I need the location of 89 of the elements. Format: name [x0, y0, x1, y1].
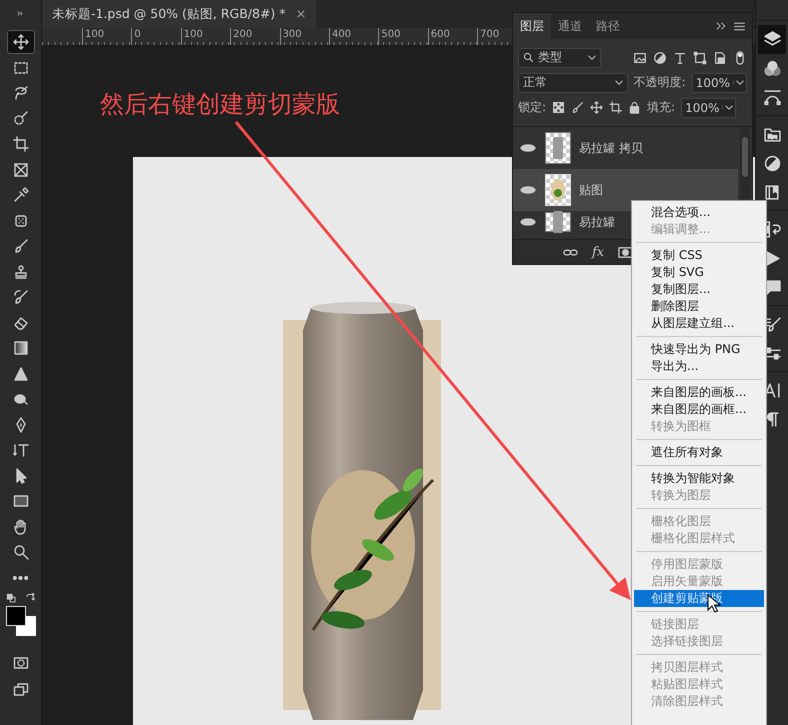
- quick-select-icon: [12, 110, 28, 126]
- lock-artboard-icon[interactable]: [609, 101, 622, 114]
- mask-icon[interactable]: [618, 244, 634, 260]
- ruler-label: 100: [82, 28, 132, 45]
- tool-button[interactable]: [6, 30, 34, 54]
- layers-icon: [764, 31, 780, 48]
- move-icon: [12, 34, 28, 50]
- lock-pixels-icon[interactable]: [552, 101, 566, 114]
- filter-dropdown[interactable]: 类型: [518, 48, 601, 68]
- screen-mode-icon: [12, 680, 28, 696]
- menu-item[interactable]: 遮住所有对象: [634, 444, 764, 461]
- caret-icon: [733, 80, 746, 85]
- blend-mode-dropdown[interactable]: 正常: [518, 72, 628, 92]
- lock-all-icon[interactable]: [628, 101, 642, 114]
- menu-item[interactable]: 从图层建立组...: [634, 315, 764, 332]
- default-colors-icon[interactable]: [6, 593, 16, 604]
- history-brush-icon: [12, 289, 28, 305]
- panel-tab[interactable]: 路径: [589, 13, 627, 39]
- effects-button[interactable]: fx: [592, 244, 604, 260]
- hand-icon: [12, 518, 28, 534]
- layer-row[interactable]: 易拉罐 拷贝: [513, 127, 738, 169]
- caret-icon: [722, 105, 736, 110]
- eyedropper-icon: [12, 187, 28, 203]
- crop-icon: [12, 136, 28, 152]
- libraries-icon: [764, 126, 780, 143]
- ruler-label: 300: [280, 28, 329, 45]
- fill-label: 填充:: [647, 99, 676, 116]
- menu-item[interactable]: 转换为智能对象: [634, 470, 764, 487]
- image-filter-icon[interactable]: [633, 50, 647, 64]
- panel-button[interactable]: [758, 25, 786, 54]
- brush-icon: [12, 238, 28, 254]
- layer-name: 贴图: [579, 182, 603, 198]
- quick-mask-icon: [12, 655, 28, 671]
- ruler-label: 400: [328, 28, 378, 45]
- lock-position-icon[interactable]: [590, 101, 604, 114]
- document-title: 未标题-1.psd @ 50% (贴图, RGB/8#) *: [52, 6, 286, 22]
- menu-item[interactable]: 复制 SVG: [634, 264, 764, 281]
- annotation-text: 然后右键创建剪切蒙版: [100, 89, 340, 120]
- channels-icon: [764, 60, 780, 77]
- marquee-icon: [12, 60, 28, 76]
- caret-icon: [614, 80, 623, 85]
- triangle-icon: [12, 366, 28, 382]
- can-thumbnail-icon: [550, 136, 566, 160]
- type-icon: [12, 442, 28, 458]
- label-thumbnail-icon: [550, 178, 566, 202]
- more-icon: [13, 576, 28, 580]
- ruler-label: 500: [378, 28, 428, 45]
- book-icon: [764, 184, 780, 201]
- smart-object-filter-icon[interactable]: [713, 50, 727, 64]
- zoom-icon: [12, 544, 28, 560]
- adjustment-filter-icon[interactable]: [653, 50, 667, 64]
- lock-paint-icon[interactable]: [571, 101, 584, 114]
- panel-tab[interactable]: 图层: [513, 13, 551, 39]
- opacity-field[interactable]: 100%: [692, 72, 747, 92]
- menu-item[interactable]: 复制 CSS: [634, 247, 764, 264]
- ruler-label: 200: [230, 28, 280, 45]
- menu-item[interactable]: 复制图层...: [634, 281, 764, 298]
- color-swatches-icon[interactable]: [6, 606, 36, 636]
- menu-item[interactable]: 删除图层: [634, 298, 764, 315]
- menu-item[interactable]: 导出为...: [634, 358, 764, 375]
- expand-icon[interactable]: [715, 20, 727, 32]
- opacity-label: 不透明度:: [634, 74, 686, 91]
- document-tab[interactable]: 未标题-1.psd @ 50% (贴图, RGB/8#) * ×: [42, 0, 316, 28]
- menu-item[interactable]: 来自图层的画板...: [634, 384, 764, 401]
- panel-menu-icon[interactable]: [733, 20, 746, 32]
- menu-item[interactable]: 快速导出为 PNG: [634, 341, 764, 358]
- rectangle-icon: [12, 493, 28, 509]
- shape-filter-icon[interactable]: [693, 50, 707, 64]
- ruler-label: 100: [180, 28, 230, 45]
- ruler-label: 600: [428, 28, 478, 45]
- lasso-icon: [12, 85, 28, 101]
- panel-tab[interactable]: 通道: [551, 13, 589, 39]
- frame-icon: [12, 162, 28, 178]
- ruler-label: 0: [131, 28, 181, 45]
- close-tab-button[interactable]: ×: [296, 6, 306, 22]
- gradient-icon: [12, 340, 28, 356]
- fill-field[interactable]: 100%: [681, 98, 736, 118]
- caret-icon: [588, 55, 596, 60]
- eraser-icon: [12, 314, 28, 330]
- stamp-icon: [12, 264, 28, 280]
- layer-name: 易拉罐: [579, 214, 615, 230]
- lock-label: 锁定:: [518, 99, 546, 116]
- layer-name: 易拉罐 拷贝: [579, 140, 643, 156]
- can-thumbnail-icon: [550, 210, 566, 234]
- paths-icon: [764, 89, 780, 106]
- type-filter-icon[interactable]: [673, 50, 687, 64]
- menu-item[interactable]: 来自图层的画框...: [634, 401, 764, 418]
- search-icon: [523, 52, 534, 63]
- adjustments-icon: [764, 155, 780, 172]
